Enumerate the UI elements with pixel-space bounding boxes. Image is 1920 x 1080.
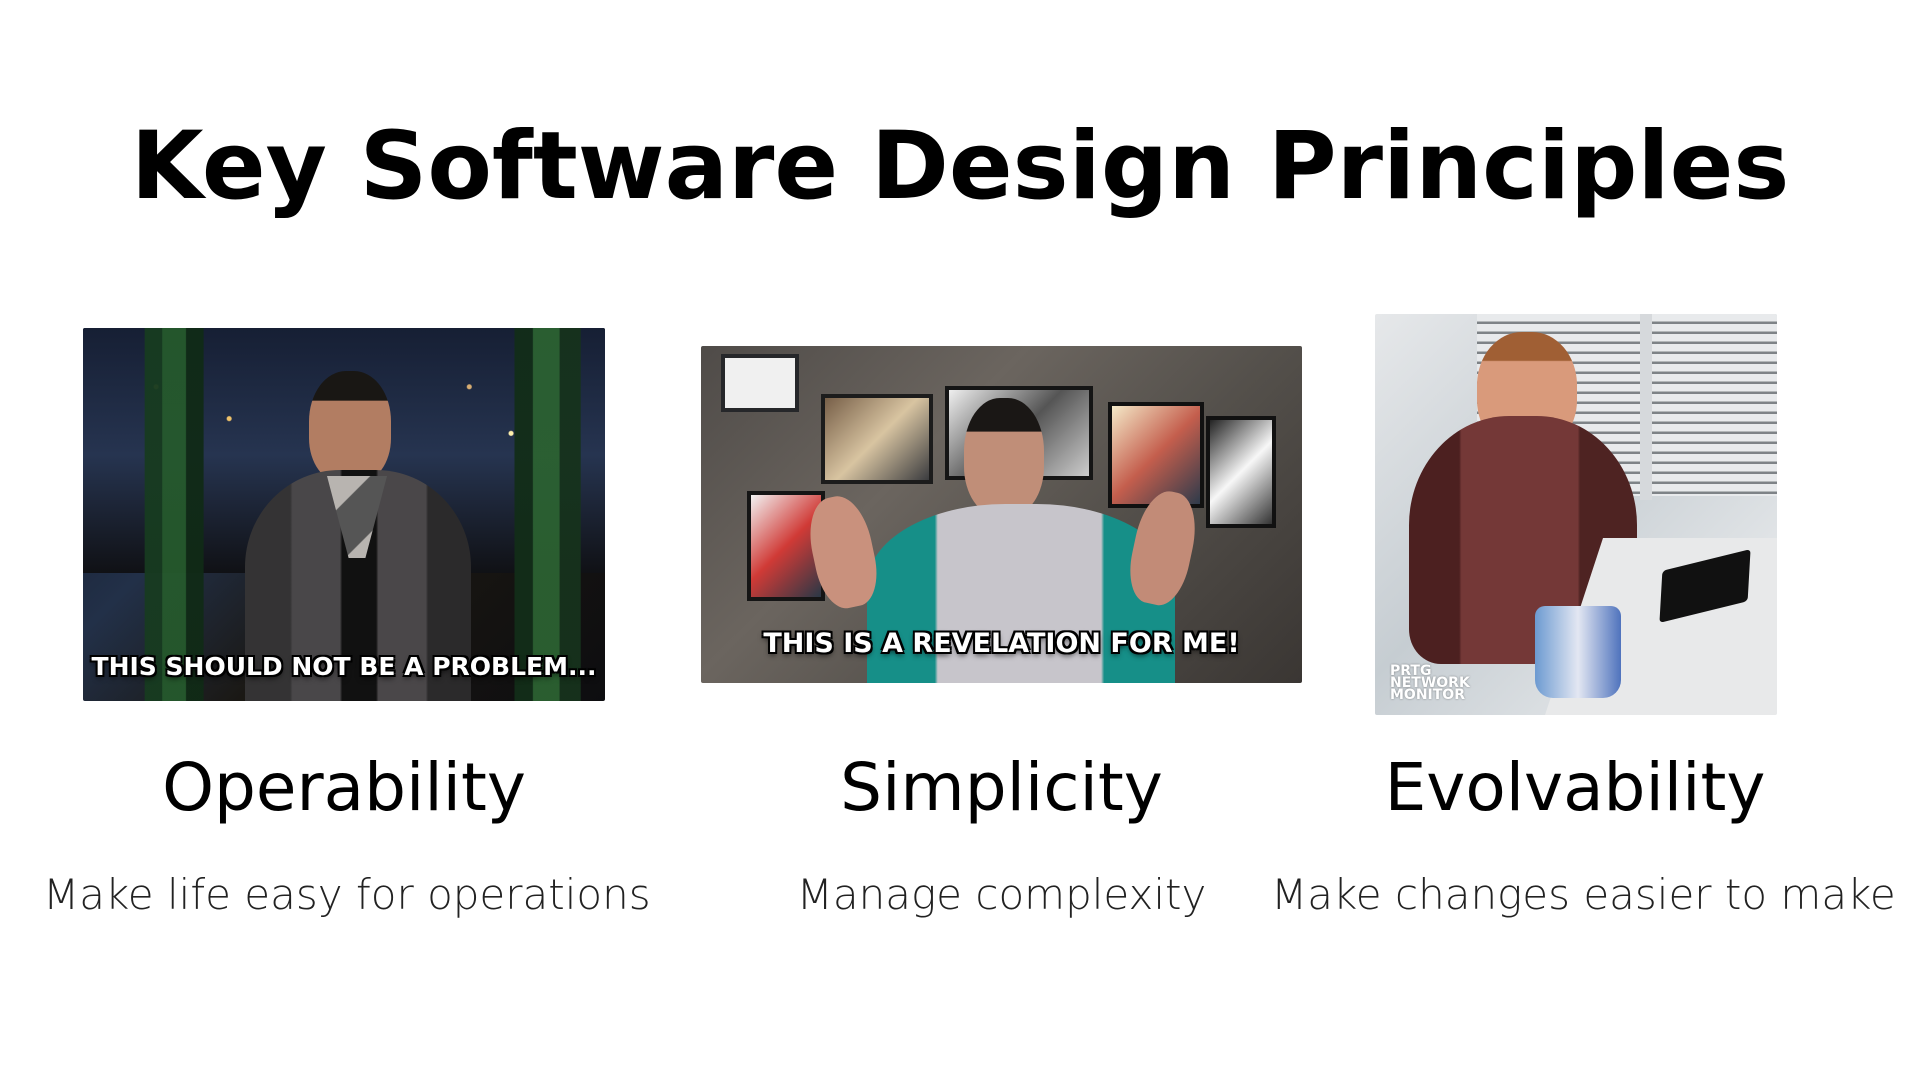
operability-gif-caption: THIS SHOULD NOT BE A PROBLEM... bbox=[91, 652, 597, 681]
mug bbox=[1535, 606, 1621, 698]
wall-photo-frame bbox=[721, 354, 799, 412]
slide-title: Key Software Design Principles bbox=[130, 112, 1790, 221]
wall-photo-frame bbox=[1206, 416, 1276, 528]
person-head bbox=[964, 398, 1044, 516]
operability-gif: THIS SHOULD NOT BE A PROBLEM... bbox=[83, 328, 605, 701]
wall-photo-frame bbox=[821, 394, 933, 484]
person-head bbox=[309, 371, 391, 483]
simplicity-gif: THIS IS A REVELATION FOR ME! bbox=[701, 346, 1302, 683]
simplicity-heading: Simplicity bbox=[840, 749, 1163, 826]
right-christmas-tree bbox=[503, 328, 595, 701]
simplicity-gif-caption: THIS IS A REVELATION FOR ME! bbox=[763, 628, 1240, 659]
prtg-network-monitor-watermark: PRTG NETWORK MONITOR bbox=[1390, 663, 1470, 703]
operability-heading: Operability bbox=[162, 749, 526, 826]
evolvability-description: Make changes easier to make bbox=[1271, 870, 1896, 919]
operability-description: Make life easy for operations bbox=[43, 870, 651, 919]
office-window-frame bbox=[1640, 314, 1652, 500]
simplicity-description: Manage complexity bbox=[796, 870, 1207, 919]
evolvability-gif: PRTG NETWORK MONITOR bbox=[1375, 314, 1777, 715]
evolvability-heading: Evolvability bbox=[1384, 749, 1766, 826]
left-christmas-tree bbox=[131, 328, 219, 701]
wall-photo-frame bbox=[1108, 402, 1204, 508]
slide: Key Software Design Principles THIS SHOU… bbox=[0, 0, 1920, 1080]
